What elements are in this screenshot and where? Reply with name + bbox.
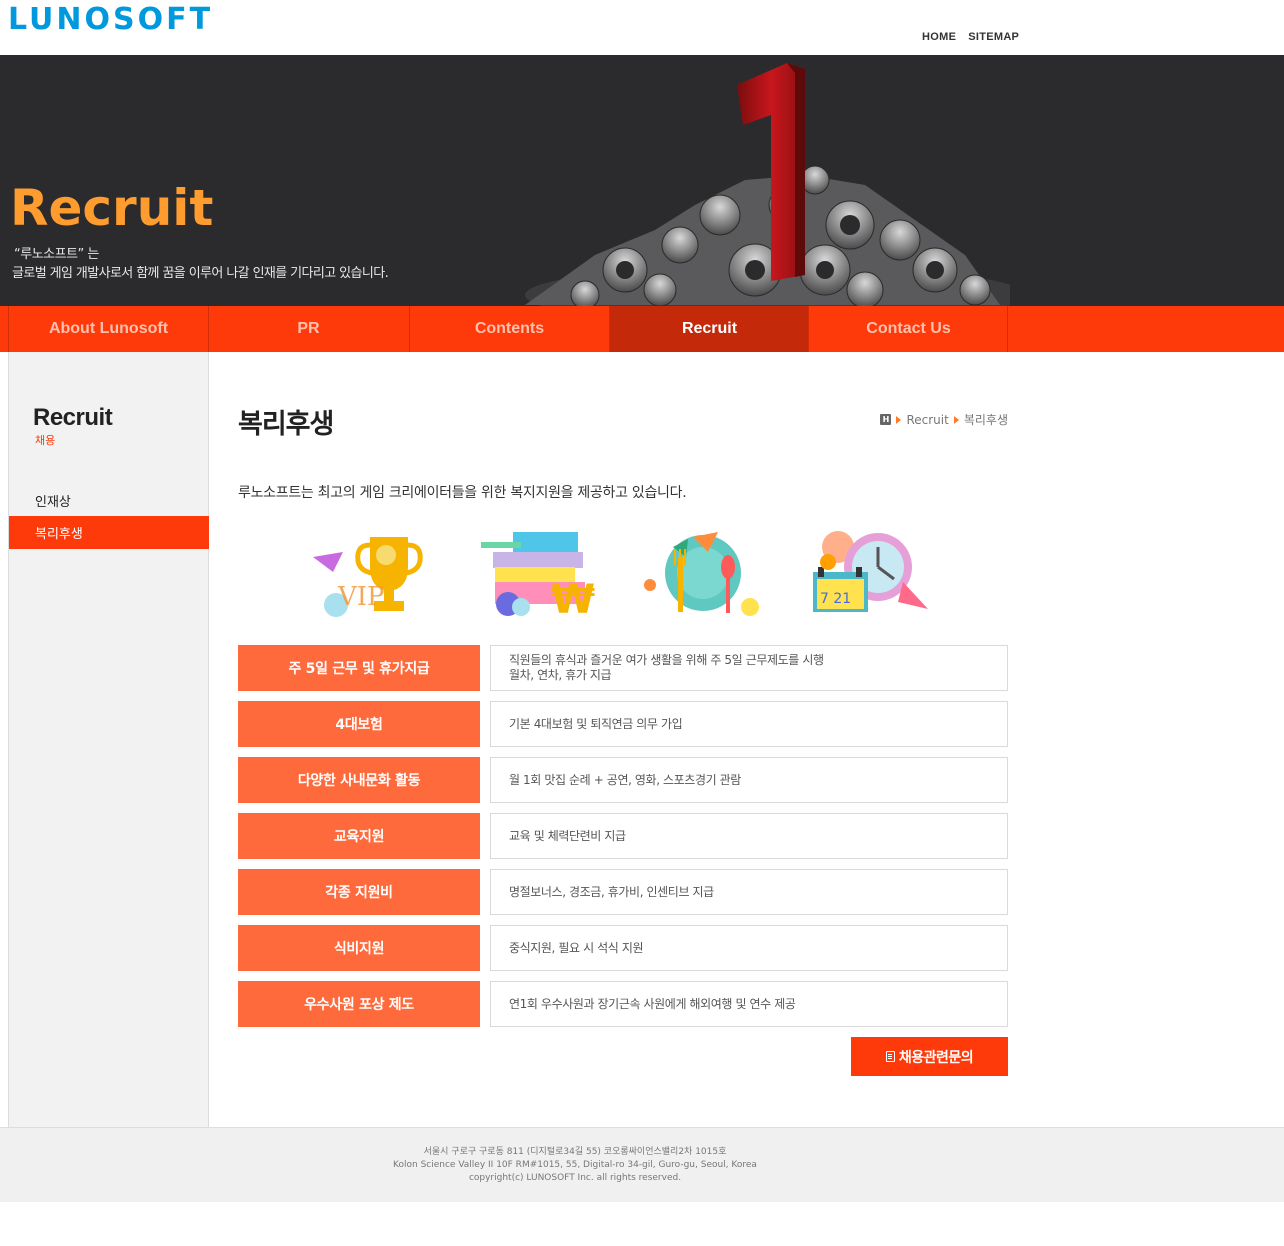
breadcrumb-arrow-icon (896, 415, 902, 424)
benefit-description: 연1회 우수사원과 장기근속 사원에게 해외여행 및 연수 제공 (490, 981, 1008, 1027)
top-nav-home[interactable]: HOME (922, 31, 956, 43)
banner: Recruit “루노소프트” 는 글로벌 게임 개발사로서 함께 꿈을 이루어… (0, 55, 1284, 306)
benefit-description: 직원들의 휴식과 즐거운 여가 생활을 위해 주 5일 근무제도를 시행 월차,… (490, 645, 1008, 691)
document-icon (885, 1051, 895, 1062)
benefit-label: 각종 지원비 (238, 869, 480, 915)
recruit-inquiry-button[interactable]: 채용관련문의 (851, 1037, 1008, 1076)
main-nav: About Lunosoft PR Contents Recruit Conta… (0, 306, 1284, 352)
sidebar: Recruit 채용 인재상 복리후생 (8, 352, 209, 1127)
benefit-row: 교육지원 교육 및 체력단련비 지급 (238, 813, 1008, 859)
footer: 서울시 구로구 구로동 811 (디지털로34길 55) 코오롱싸이언스밸리2차… (0, 1127, 1284, 1202)
sidebar-item-benefits[interactable]: 복리후생 (9, 516, 209, 549)
banner-subtitle-line1: “루노소프트” 는 (14, 247, 99, 262)
benefit-row: 식비지원 중식지원, 필요 시 석식 지원 (238, 925, 1008, 971)
sidebar-title: Recruit (33, 404, 113, 431)
won-sign: ₩ (551, 577, 595, 617)
sidebar-subtitle: 채용 (35, 434, 56, 447)
benefit-row: 우수사원 포상 제도 연1회 우수사원과 장기근속 사원에게 해외여행 및 연수… (238, 981, 1008, 1027)
benefit-label: 우수사원 포상 제도 (238, 981, 480, 1027)
benefit-label: 교육지원 (238, 813, 480, 859)
benefit-description-line1: 중식지원, 필요 시 석식 지원 (509, 940, 644, 955)
main-nav-divider (1007, 306, 1008, 352)
footer-address-kr: 서울시 구로구 구로동 811 (디지털로34길 55) 코오롱싸이언스밸리2차… (423, 1147, 727, 1157)
banner-subtitle-line2: 글로벌 게임 개발사로서 함께 꿈을 이루어 나갈 인재를 기다리고 있습니다. (12, 266, 389, 281)
main-nav-pr[interactable]: PR (208, 306, 408, 352)
breadcrumb-current: 복리후생 (963, 413, 1008, 427)
main-nav-about[interactable]: About Lunosoft (8, 306, 208, 352)
main-nav-recruit[interactable]: Recruit (609, 306, 809, 352)
benefit-label: 주 5일 근무 및 휴가지급 (238, 645, 480, 691)
recruit-inquiry-label: 채용관련문의 (898, 1049, 974, 1066)
number-one-pile-illustration (525, 63, 1010, 306)
benefit-description-line1: 월 1회 맛집 순례 + 공연, 영화, 스포츠경기 관람 (509, 772, 741, 787)
calendar-clock-icon: 7 21 (813, 531, 928, 612)
card-won-icon: ₩ (481, 532, 595, 617)
page: LUNOSOFT HOME SITEMAP Recruit “루노소프트” 는 … (0, 0, 1284, 1246)
breadcrumb: H Recruit 복리후생 (880, 411, 1008, 428)
benefit-description: 월 1회 맛집 순례 + 공연, 영화, 스포츠경기 관람 (490, 757, 1008, 803)
benefit-description-line1: 직원들의 휴식과 즐거운 여가 생활을 위해 주 5일 근무제도를 시행 (509, 653, 824, 667)
benefit-icons: VIP ₩ 7 21 (308, 527, 948, 617)
benefit-description-line2: 월차, 연차, 휴가 지급 (509, 668, 612, 682)
benefit-description-line1: 교육 및 체력단련비 지급 (509, 828, 626, 843)
benefit-description: 명절보너스, 경조금, 휴가비, 인센티브 지급 (490, 869, 1008, 915)
benefit-label: 4대보험 (238, 701, 480, 747)
vip-text: VIP (337, 582, 385, 612)
home-icon[interactable]: H (880, 414, 892, 425)
benefit-row: 다양한 사내문화 활동 월 1회 맛집 순례 + 공연, 영화, 스포츠경기 관… (238, 757, 1008, 803)
benefit-row: 주 5일 근무 및 휴가지급 직원들의 휴식과 즐거운 여가 생활을 위해 주 … (238, 645, 1008, 691)
benefit-description: 교육 및 체력단련비 지급 (490, 813, 1008, 859)
benefit-description: 기본 4대보험 및 퇴직연금 의무 가입 (490, 701, 1008, 747)
benefit-label: 식비지원 (238, 925, 480, 971)
benefit-row: 4대보험 기본 4대보험 및 퇴직연금 의무 가입 (238, 701, 1008, 747)
page-title: 복리후생 (238, 409, 334, 440)
benefit-label: 다양한 사내문화 활동 (238, 757, 480, 803)
footer-text: 서울시 구로구 구로동 811 (디지털로34길 55) 코오롱싸이언스밸리2차… (0, 1146, 1150, 1185)
benefit-description: 중식지원, 필요 시 석식 지원 (490, 925, 1008, 971)
footer-address-en: Kolon Science Valley II 10F RM#1015, 55,… (393, 1160, 757, 1170)
sidebar-item-talent[interactable]: 인재상 (9, 484, 209, 517)
header: LUNOSOFT HOME SITEMAP (0, 0, 1284, 55)
main-nav-contents[interactable]: Contents (409, 306, 609, 352)
calendar-date: 7 21 (820, 591, 851, 607)
benefit-description-line1: 연1회 우수사원과 장기근속 사원에게 해외여행 및 연수 제공 (509, 996, 796, 1011)
banner-title: Recruit (10, 179, 214, 237)
benefit-row: 각종 지원비 명절보너스, 경조금, 휴가비, 인센티브 지급 (238, 869, 1008, 915)
intro-text: 루노소프트는 최고의 게임 크리에이터들을 위한 복지지원을 제공하고 있습니다… (238, 485, 687, 501)
top-nav-sitemap[interactable]: SITEMAP (968, 31, 1019, 43)
breadcrumb-recruit[interactable]: Recruit (906, 413, 948, 427)
logo[interactable]: LUNOSOFT (8, 2, 213, 37)
footer-copyright: copyright(c) LUNOSOFT Inc. all rights re… (468, 1173, 682, 1183)
trophy-vip-icon: VIP (313, 537, 423, 617)
dining-plate-icon (644, 532, 759, 616)
benefit-description-line1: 기본 4대보험 및 퇴직연금 의무 가입 (509, 716, 683, 731)
benefit-description-line1: 명절보너스, 경조금, 휴가비, 인센티브 지급 (509, 884, 714, 899)
main-nav-contact[interactable]: Contact Us (808, 306, 1008, 352)
breadcrumb-arrow-icon (953, 415, 959, 424)
top-nav: HOME SITEMAP (922, 31, 1019, 43)
